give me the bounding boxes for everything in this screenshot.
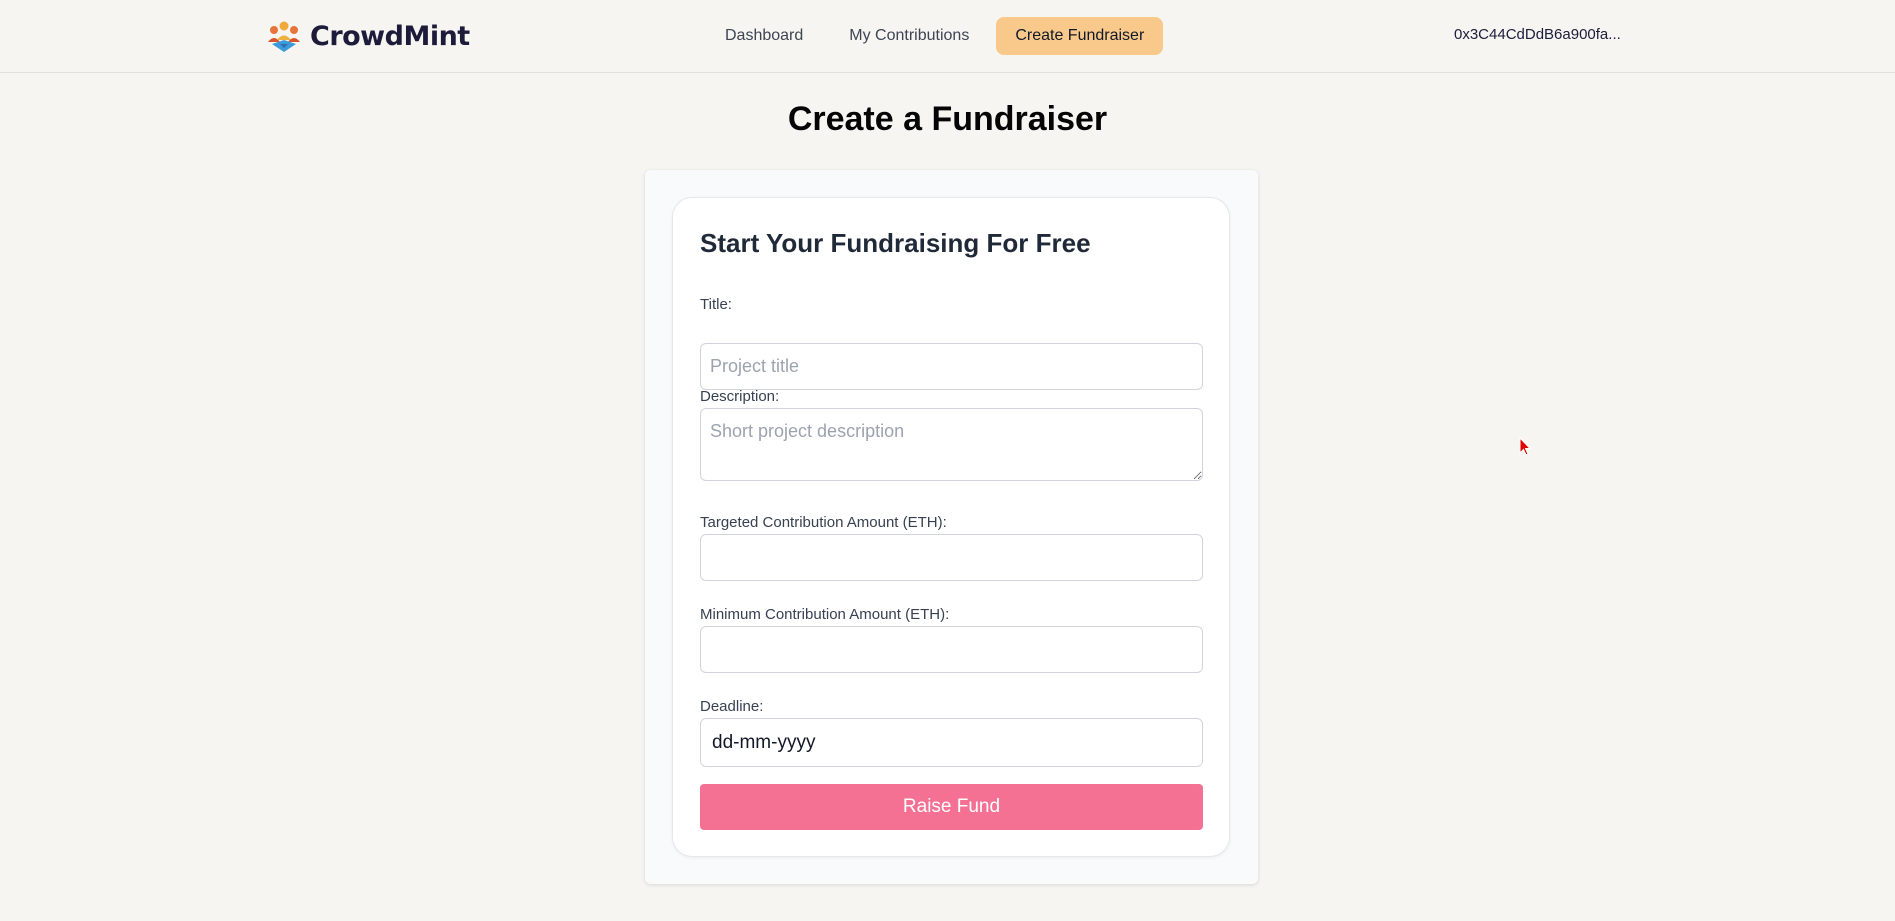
- description-label: Description:: [700, 388, 780, 405]
- nav-links: Dashboard My Contributions Create Fundra…: [706, 16, 1164, 56]
- deadline-date-input[interactable]: dd-mm-yyyy: [700, 718, 1203, 767]
- deadline-label: Deadline:: [700, 698, 764, 715]
- fundraiser-form-container: Start Your Fundraising For Free Title: D…: [645, 170, 1258, 884]
- target-amount-label: Targeted Contribution Amount (ETH):: [700, 514, 947, 531]
- fundraiser-form: Start Your Fundraising For Free Title: D…: [672, 197, 1230, 857]
- raise-fund-button[interactable]: Raise Fund: [700, 784, 1203, 830]
- deadline-placeholder: dd-mm-yyyy: [712, 732, 816, 753]
- target-amount-input[interactable]: [700, 534, 1203, 581]
- top-navbar: CrowdMint Dashboard My Contributions Cre…: [0, 0, 1895, 73]
- brand-name: CrowdMint: [310, 20, 470, 52]
- page-title: Create a Fundraiser: [787, 100, 1108, 138]
- mouse-cursor-icon: [1519, 437, 1531, 456]
- title-input[interactable]: [700, 343, 1203, 390]
- minimum-amount-label: Minimum Contribution Amount (ETH):: [700, 606, 950, 623]
- nav-create-fundraiser[interactable]: Create Fundraiser: [996, 17, 1164, 55]
- nav-my-contributions[interactable]: My Contributions: [830, 17, 988, 55]
- crowd-people-logo-icon: [268, 21, 300, 52]
- brand-logo[interactable]: CrowdMint: [266, 18, 470, 54]
- description-textarea[interactable]: [700, 408, 1203, 481]
- title-label: Title:: [700, 296, 732, 313]
- wallet-address[interactable]: 0x3C44CdDdB6a900fa...: [1454, 26, 1621, 43]
- form-heading: Start Your Fundraising For Free: [700, 228, 1091, 258]
- nav-dashboard[interactable]: Dashboard: [706, 17, 822, 55]
- minimum-amount-input[interactable]: [700, 626, 1203, 673]
